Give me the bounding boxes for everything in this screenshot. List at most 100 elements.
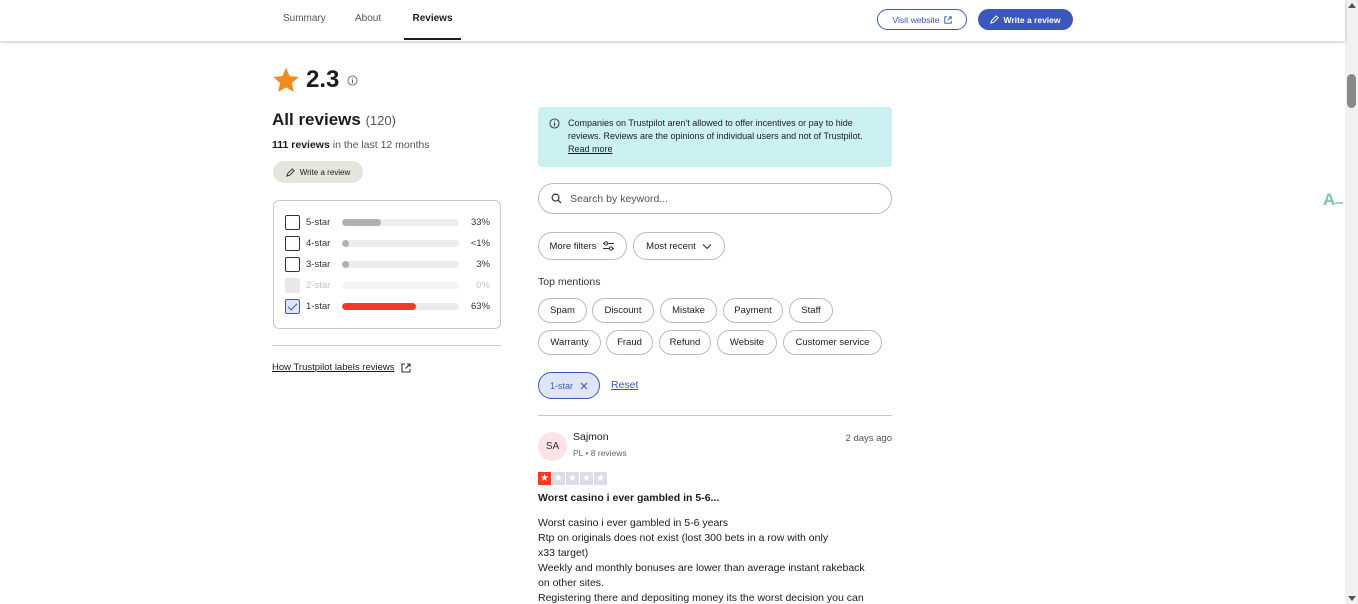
mention-tag[interactable]: Payment <box>723 298 783 323</box>
translate-icon[interactable]: A <box>1321 187 1345 211</box>
distribution-row-4[interactable]: 4-star <1% <box>285 235 490 251</box>
write-review-button[interactable]: Write a review <box>978 9 1073 30</box>
read-more-link[interactable]: Read more <box>568 144 613 154</box>
review-line: Rtp on originals does not exist (lost 30… <box>538 532 829 544</box>
mention-tag[interactable]: Discount <box>592 298 654 323</box>
mention-tag[interactable]: Warranty <box>538 330 601 355</box>
mention-tag[interactable]: Website <box>717 330 777 355</box>
search-icon <box>551 193 562 204</box>
write-review-small-label: Write a review <box>299 167 351 177</box>
distribution-percent: 33% <box>470 216 490 228</box>
incentives-notice: Companies on Trustpilot aren't allowed t… <box>538 107 892 167</box>
search-placeholder: Search by keyword... <box>570 192 669 205</box>
scrollbar[interactable] <box>1345 0 1358 604</box>
distribution-bar <box>342 302 459 310</box>
star-icon <box>273 67 299 93</box>
distribution-percent: <1% <box>470 237 490 249</box>
distribution-bar-fill <box>342 260 349 268</box>
divider <box>272 345 501 346</box>
star-icon: ★ <box>552 472 565 485</box>
review-star-rating: ★ ★ ★ ★ ★ <box>538 472 607 485</box>
filter-checkbox-2-star <box>285 277 300 293</box>
external-link-icon <box>943 15 952 24</box>
rating-distribution: 5-star 33% 4-star <1% 3-star 3% 2-star 0… <box>273 200 501 329</box>
pencil-icon <box>285 167 295 177</box>
sort-label: Most recent <box>646 240 696 252</box>
filter-checkbox-3-star[interactable] <box>285 256 300 272</box>
avatar[interactable]: SA <box>538 432 567 461</box>
search-input[interactable]: Search by keyword... <box>538 183 892 214</box>
distribution-bar-fill <box>342 302 416 310</box>
chevron-down-icon <box>702 243 712 249</box>
distribution-bar <box>342 260 459 268</box>
mention-tag[interactable]: Spam <box>538 298 587 323</box>
distribution-bar-fill <box>342 218 381 226</box>
info-icon[interactable] <box>347 74 358 86</box>
reviewer-meta: PL • 8 reviews <box>573 448 627 458</box>
star-icon: ★ <box>580 472 593 485</box>
tab-summary[interactable]: Summary <box>283 0 326 40</box>
write-review-small-button[interactable]: Write a review <box>273 161 363 183</box>
filter-checkbox-1-star[interactable] <box>285 298 300 314</box>
star-icon: ★ <box>566 472 579 485</box>
distribution-percent: 0% <box>476 279 490 291</box>
distribution-label: 5-star <box>306 216 331 228</box>
distribution-row-1[interactable]: 1-star 63% <box>285 298 490 314</box>
scroll-up-arrow-icon[interactable] <box>1348 3 1356 8</box>
close-icon[interactable] <box>580 382 588 390</box>
page: Summary About Reviews Visit website Writ… <box>0 0 1358 604</box>
distribution-row-2: 2-star 0% <box>285 277 490 293</box>
how-trustpilot-labels-label: How Trustpilot labels reviews <box>272 362 395 373</box>
visit-website-button[interactable]: Visit website <box>877 9 967 30</box>
star-icon: ★ <box>538 472 551 485</box>
mention-tag[interactable]: Customer service <box>783 330 882 355</box>
more-filters-button[interactable]: More filters <box>538 232 627 260</box>
distribution-bar <box>342 281 459 289</box>
star-icon: ★ <box>594 472 607 485</box>
mention-tag[interactable]: Fraud <box>606 330 653 355</box>
last-12-suffix: in the last 12 months <box>329 139 430 151</box>
review-date: 2 days ago <box>845 433 892 444</box>
reviewer-name[interactable]: Sajmon <box>573 431 609 443</box>
distribution-row-3[interactable]: 3-star 3% <box>285 256 490 272</box>
distribution-label: 3-star <box>306 258 331 270</box>
review-line: Registering there and depositing money i… <box>538 592 864 604</box>
all-reviews-label: All reviews <box>272 110 361 129</box>
more-filters-label: More filters <box>549 240 597 252</box>
review-line: x33 target) <box>538 547 589 559</box>
review-body: Worst casino i ever gambled in 5-6 years… <box>538 516 888 604</box>
distribution-bar <box>342 218 459 226</box>
distribution-percent: 63% <box>470 300 490 312</box>
mention-tag[interactable]: Refund <box>659 330 711 355</box>
tab-reviews[interactable]: Reviews <box>404 0 461 40</box>
filter-checkbox-4-star[interactable] <box>285 235 300 251</box>
all-reviews-count: (120) <box>365 113 396 128</box>
distribution-label: 2-star <box>306 279 331 291</box>
distribution-percent: 3% <box>476 258 490 270</box>
active-filter-chip[interactable]: 1-star <box>538 372 600 399</box>
review-line: on other sites. <box>538 577 604 589</box>
review-title[interactable]: Worst casino i ever gambled in 5-6... <box>538 492 719 504</box>
scrollbar-thumb[interactable] <box>1347 74 1356 108</box>
sort-dropdown[interactable]: Most recent <box>633 232 725 260</box>
tab-about[interactable]: About <box>355 0 381 40</box>
review-line: Weekly and monthly bonuses are lower tha… <box>538 562 865 574</box>
active-filter-label: 1-star <box>549 380 573 391</box>
rating-value: 2.3 <box>306 66 340 93</box>
mention-tag[interactable]: Mistake <box>660 298 717 323</box>
visit-website-label: Visit website <box>892 14 940 25</box>
distribution-label: 1-star <box>306 300 331 312</box>
mention-tag[interactable]: Staff <box>789 298 833 323</box>
external-link-icon <box>400 362 411 373</box>
scroll-down-arrow-icon[interactable] <box>1348 596 1356 601</box>
svg-text:A: A <box>1323 190 1335 209</box>
top-nav: Summary About Reviews Visit website Writ… <box>0 0 1345 41</box>
distribution-row-5[interactable]: 5-star 33% <box>285 214 490 230</box>
last-12-months: 111 reviews in the last 12 months <box>272 139 430 151</box>
distribution-bar-fill <box>342 239 349 247</box>
last-12-count: 111 reviews <box>272 139 330 151</box>
filter-checkbox-5-star[interactable] <box>285 214 300 230</box>
info-icon <box>549 118 560 129</box>
reset-filters-link[interactable]: Reset <box>611 379 638 391</box>
how-trustpilot-labels-link[interactable]: How Trustpilot labels reviews <box>272 362 411 373</box>
